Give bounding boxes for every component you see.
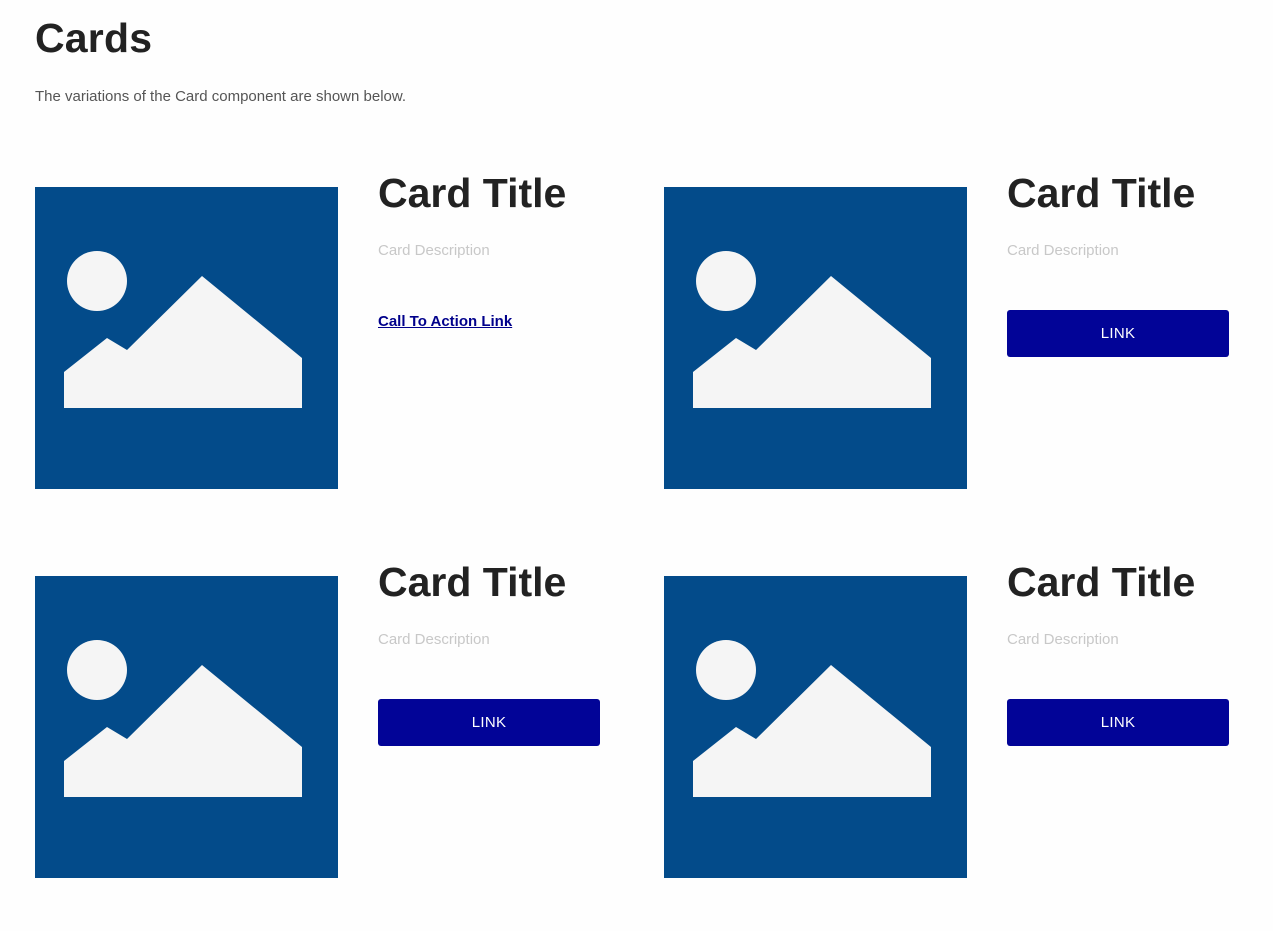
image-placeholder-icon [35, 187, 338, 489]
card-description: Card Description [378, 631, 490, 648]
page-subtitle: The variations of the Card component are… [35, 88, 407, 105]
card: Card Title Card Description LINK [664, 170, 1264, 489]
card-title: Card Title [378, 170, 567, 216]
card: Card Title Card Description LINK [664, 559, 1264, 878]
link-button[interactable]: LINK [1007, 310, 1229, 357]
page: Cards The variations of the Card compone… [0, 0, 1273, 931]
card: Card Title Card Description LINK [35, 559, 635, 878]
call-to-action-link[interactable]: Call To Action Link [378, 312, 512, 332]
card-title: Card Title [1007, 170, 1196, 216]
link-button[interactable]: LINK [1007, 699, 1229, 746]
card: Card Title Card Description Call To Acti… [35, 170, 635, 489]
image-placeholder-icon [35, 576, 338, 878]
card-description: Card Description [1007, 631, 1119, 648]
link-button[interactable]: LINK [378, 699, 600, 746]
image-placeholder-icon [664, 576, 967, 878]
card-title: Card Title [1007, 559, 1196, 605]
image-placeholder-icon [664, 187, 967, 489]
page-title: Cards [35, 15, 153, 61]
card-description: Card Description [1007, 242, 1119, 259]
card-title: Card Title [378, 559, 567, 605]
card-description: Card Description [378, 242, 490, 259]
